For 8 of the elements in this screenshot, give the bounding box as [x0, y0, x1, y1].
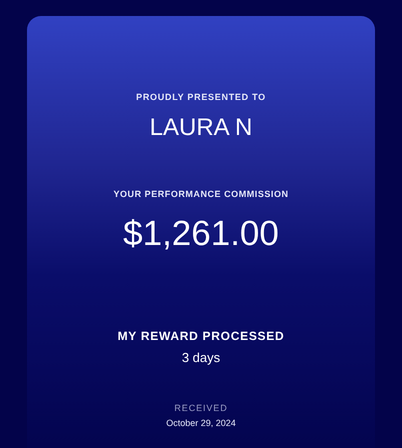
- processed-value: 3 days: [182, 349, 220, 367]
- received-date: October 29, 2024: [166, 417, 236, 430]
- commission-amount: $1,261.00: [123, 213, 279, 255]
- recipient-name: LAURA N: [150, 112, 252, 142]
- processed-label: MY REWARD PROCESSED: [118, 328, 284, 345]
- received-label: RECEIVED: [174, 402, 228, 414]
- commission-label: YOUR PERFORMANCE COMMISSION: [113, 188, 289, 200]
- presented-label: PROUDLY PRESENTED TO: [136, 91, 266, 104]
